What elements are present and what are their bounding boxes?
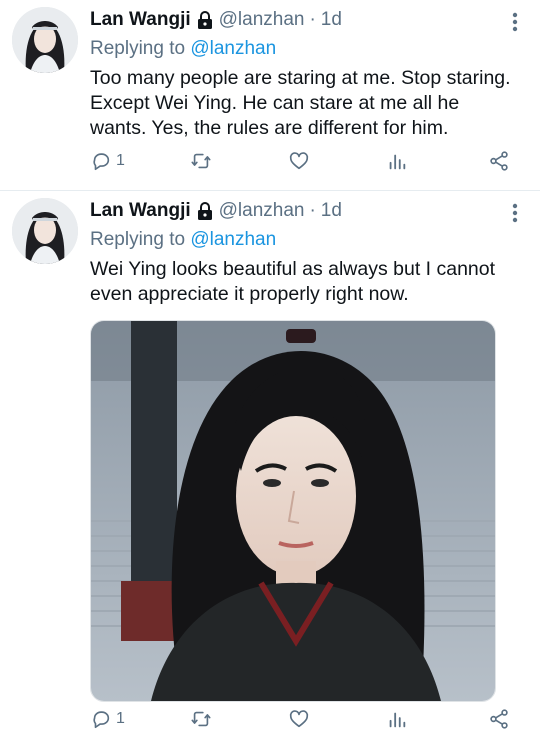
tweet-text: Too many people are staring at me. Stop … [90,67,511,139]
tweet-actions: 1 [90,149,520,175]
tweet-header: Lan Wangji @lanzhan · 1d [90,9,342,31]
share-button[interactable] [488,149,510,173]
retweet-button[interactable] [190,149,212,173]
like-button[interactable] [288,707,310,731]
lock-icon [197,202,213,220]
lock-icon [197,11,213,29]
reply-button[interactable]: 1 [90,707,125,731]
analytics-button[interactable] [386,149,408,173]
analytics-icon [389,712,406,728]
reply-count: 1 [116,710,125,727]
replying-target-link[interactable]: @lanzhan [190,38,276,59]
tweet[interactable]: Lan Wangji @lanzhan · 1d Replying to @la… [0,191,540,742]
author-handle[interactable]: @lanzhan [219,9,305,31]
more-icon[interactable] [512,12,518,32]
analytics-icon [389,154,406,170]
share-icon [490,709,508,729]
tweet-media-image[interactable] [90,320,496,702]
tweet[interactable]: Lan Wangji @lanzhan · 1d Replying to @la… [0,0,540,191]
like-icon [289,710,309,728]
replying-target-link[interactable]: @lanzhan [190,229,276,250]
reply-button[interactable]: 1 [90,149,125,173]
separator-dot: · [309,9,316,30]
reply-count: 1 [116,152,125,169]
author-name[interactable]: Lan Wangji [90,200,191,222]
avatar[interactable] [12,7,78,73]
replying-prefix: Replying to [90,38,191,59]
tweet-text: Wei Ying looks beautiful as always but I… [90,258,496,305]
timestamp[interactable]: 1d [321,9,342,31]
tweet-actions: 1 [90,707,520,733]
reply-icon [93,711,110,729]
avatar[interactable] [12,198,78,264]
separator-dot: · [309,200,316,221]
author-handle[interactable]: @lanzhan [219,200,305,222]
author-name[interactable]: Lan Wangji [90,9,191,31]
share-icon [490,151,508,171]
like-button[interactable] [288,149,310,173]
like-icon [289,152,309,170]
reply-icon [93,153,110,171]
share-button[interactable] [488,707,510,731]
replying-to: Replying to @lanzhan [90,229,276,251]
retweet-icon [191,153,211,169]
retweet-icon [191,711,211,727]
tweet-header: Lan Wangji @lanzhan · 1d [90,200,342,222]
analytics-button[interactable] [386,707,408,731]
replying-to: Replying to @lanzhan [90,38,276,60]
more-icon[interactable] [512,203,518,223]
retweet-button[interactable] [190,707,212,731]
timestamp[interactable]: 1d [321,200,342,222]
replying-prefix: Replying to [90,229,191,250]
